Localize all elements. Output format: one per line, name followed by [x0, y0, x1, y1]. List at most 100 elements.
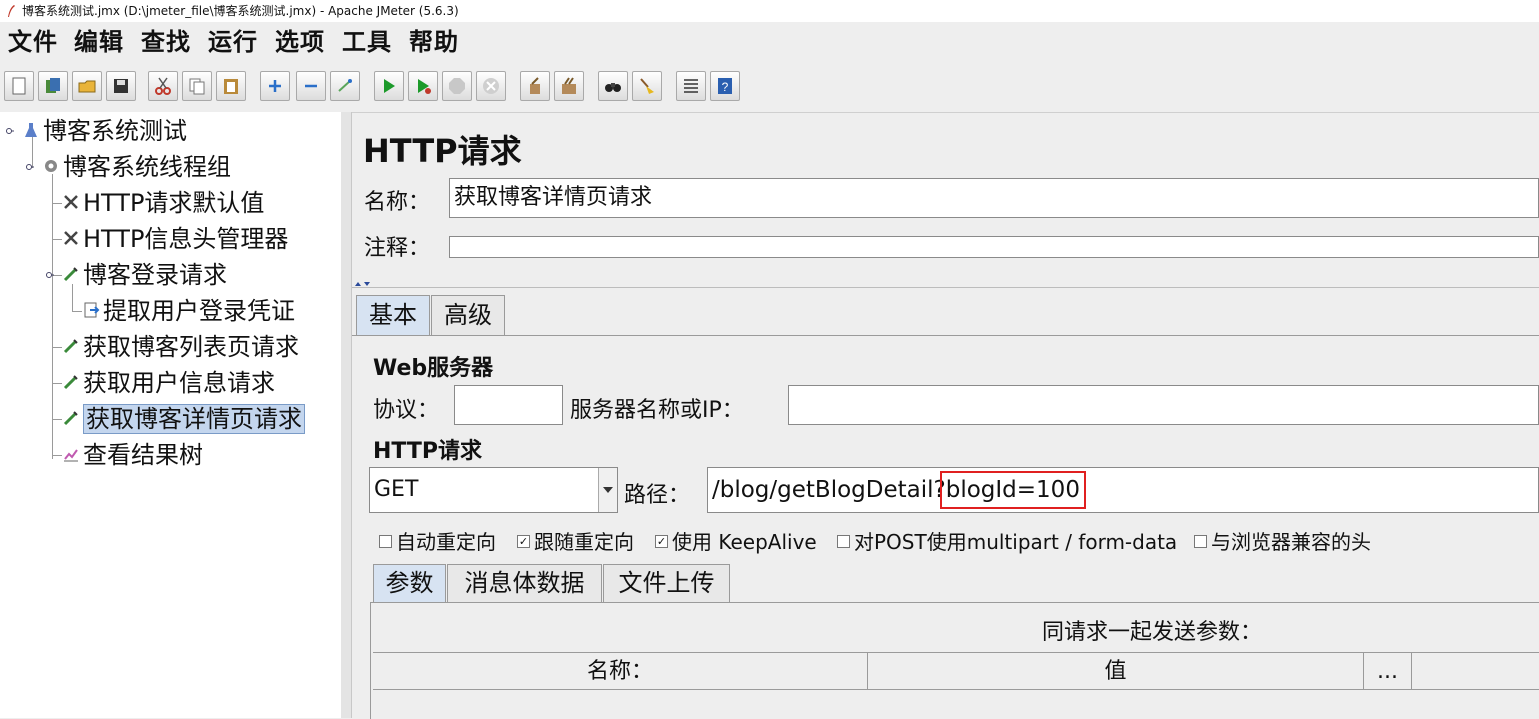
paste-icon — [224, 79, 238, 94]
multipart-checkbox[interactable]: 对POST使用multipart / form-data — [837, 526, 1177, 555]
gear-icon — [45, 160, 57, 172]
column-header-empty — [1412, 652, 1539, 690]
search-button[interactable] — [598, 71, 628, 101]
server-field[interactable] — [788, 385, 1539, 425]
menu-options[interactable]: 选项 — [275, 26, 325, 58]
pipette-icon — [63, 267, 78, 282]
collapse-button[interactable] — [296, 71, 326, 101]
menu-tools[interactable]: 工具 — [342, 26, 392, 58]
panel-splitter[interactable] — [341, 112, 352, 718]
name-label: 名称： — [364, 190, 431, 215]
checkbox-label: 与浏览器兼容的头 — [1211, 530, 1371, 554]
clear-all-button[interactable] — [554, 71, 584, 101]
start-no-pause-icon — [418, 79, 431, 94]
collapse-icon — [305, 84, 317, 88]
panel-heading: HTTP请求 — [363, 132, 522, 170]
tree-item-blog-detail-request[interactable]: 获取博客详情页请求 — [62, 402, 305, 436]
checkbox-box — [837, 535, 850, 548]
expand-toggle-icon[interactable] — [26, 163, 34, 171]
tree-item-thread-group[interactable]: 博客系统线程组 — [42, 150, 231, 184]
binoculars-icon — [605, 83, 621, 92]
http-request-title: HTTP请求 — [373, 439, 483, 464]
help-button[interactable]: ? — [710, 71, 740, 101]
checkbox-label: 对POST使用multipart / form-data — [854, 530, 1178, 554]
shutdown-icon — [483, 78, 499, 94]
tab-parameters[interactable]: 参数 — [373, 564, 446, 602]
stop-icon — [449, 78, 465, 94]
tree-item-login-request[interactable]: 博客登录请求 — [62, 258, 227, 292]
new-button[interactable] — [4, 71, 34, 101]
tree-item-test-plan[interactable]: 博客系统测试 — [22, 114, 187, 148]
method-select[interactable]: GET — [369, 467, 618, 513]
tools-icon — [64, 195, 78, 209]
tab-file-upload[interactable]: 文件上传 — [603, 564, 730, 602]
save-button[interactable] — [106, 71, 136, 101]
menu-bar: 文件 编辑 查找 运行 选项 工具 帮助 — [0, 22, 1539, 62]
list-icon — [684, 79, 698, 93]
tree-item-user-info-request[interactable]: 获取用户信息请求 — [62, 366, 275, 400]
open-icon — [78, 80, 96, 93]
checkbox-box — [379, 535, 392, 548]
copy-icon — [189, 78, 205, 95]
help-icon: ? — [718, 78, 732, 94]
tree-item-http-defaults[interactable]: HTTP请求默认值 — [62, 186, 264, 220]
comment-field[interactable] — [449, 236, 1539, 258]
column-header-name[interactable]: 名称： — [373, 652, 868, 690]
browser-headers-checkbox[interactable]: 与浏览器兼容的头 — [1194, 526, 1371, 555]
templates-icon — [46, 78, 60, 93]
open-button[interactable] — [72, 71, 102, 101]
cut-button[interactable] — [148, 71, 178, 101]
tab-basic[interactable]: 基本 — [356, 295, 430, 335]
chevron-down-icon — [603, 487, 613, 493]
toggle-icon — [338, 79, 352, 92]
tree-item-result-tree[interactable]: 查看结果树 — [62, 438, 203, 472]
tree-item-extract-credential[interactable]: 提取用户登录凭证 — [82, 294, 295, 328]
extractor-icon — [84, 302, 100, 318]
auto-redirect-checkbox[interactable]: 自动重定向 — [379, 526, 496, 555]
function-helper-button[interactable] — [676, 71, 706, 101]
shutdown-button[interactable] — [476, 71, 506, 101]
pipette-icon — [63, 411, 78, 426]
expand-toggle-icon[interactable] — [46, 271, 54, 279]
test-plan-tree: 博客系统测试 博客系统线程组 HTTP请求默认值 HTTP信息头管理器 博客登录… — [0, 112, 342, 718]
expand-button[interactable] — [260, 71, 290, 101]
protocol-label: 协议： — [373, 398, 440, 423]
flask-icon — [25, 123, 37, 137]
tab-body-data[interactable]: 消息体数据 — [447, 564, 602, 602]
paste-button[interactable] — [216, 71, 246, 101]
start-no-pause-button[interactable] — [408, 71, 438, 101]
clear-button[interactable] — [520, 71, 550, 101]
reset-search-button[interactable] — [632, 71, 662, 101]
dropdown-button[interactable] — [598, 468, 617, 512]
path-field[interactable]: /blog/getBlogDetail?blogId=100 — [707, 467, 1539, 513]
protocol-field[interactable] — [454, 385, 563, 425]
copy-button[interactable] — [182, 71, 212, 101]
checkbox-box — [1194, 535, 1207, 548]
menu-edit[interactable]: 编辑 — [74, 26, 124, 58]
menu-help[interactable]: 帮助 — [409, 26, 459, 58]
menu-run[interactable]: 运行 — [208, 26, 258, 58]
web-server-title: Web服务器 — [373, 356, 494, 381]
column-header-value[interactable]: 值 — [868, 652, 1364, 690]
templates-button[interactable] — [38, 71, 68, 101]
follow-redirect-checkbox[interactable]: ✓ 跟随重定向 — [517, 526, 634, 555]
toggle-button[interactable] — [330, 71, 360, 101]
clear-icon — [530, 77, 540, 94]
tree-item-header-manager[interactable]: HTTP信息头管理器 — [62, 222, 288, 256]
menu-file[interactable]: 文件 — [8, 26, 58, 58]
pipette-icon — [63, 375, 78, 390]
expand-toggle-icon[interactable] — [6, 127, 14, 135]
column-header-more[interactable]: ... — [1364, 652, 1412, 690]
menu-search[interactable]: 查找 — [141, 26, 191, 58]
method-value: GET — [374, 477, 419, 502]
checkbox-label: 使用 KeepAlive — [672, 530, 817, 554]
tree-item-blog-list-request[interactable]: 获取博客列表页请求 — [62, 330, 299, 364]
path-prefix: /blog/getBlogDetail? — [712, 477, 946, 503]
tab-advanced[interactable]: 高级 — [431, 295, 505, 335]
expand-icon — [269, 80, 281, 92]
stop-button[interactable] — [442, 71, 472, 101]
jmeter-feather-icon — [8, 5, 15, 17]
name-field[interactable]: 获取博客详情页请求 — [449, 178, 1539, 218]
keepalive-checkbox[interactable]: ✓ 使用 KeepAlive — [655, 526, 817, 555]
start-button[interactable] — [374, 71, 404, 101]
